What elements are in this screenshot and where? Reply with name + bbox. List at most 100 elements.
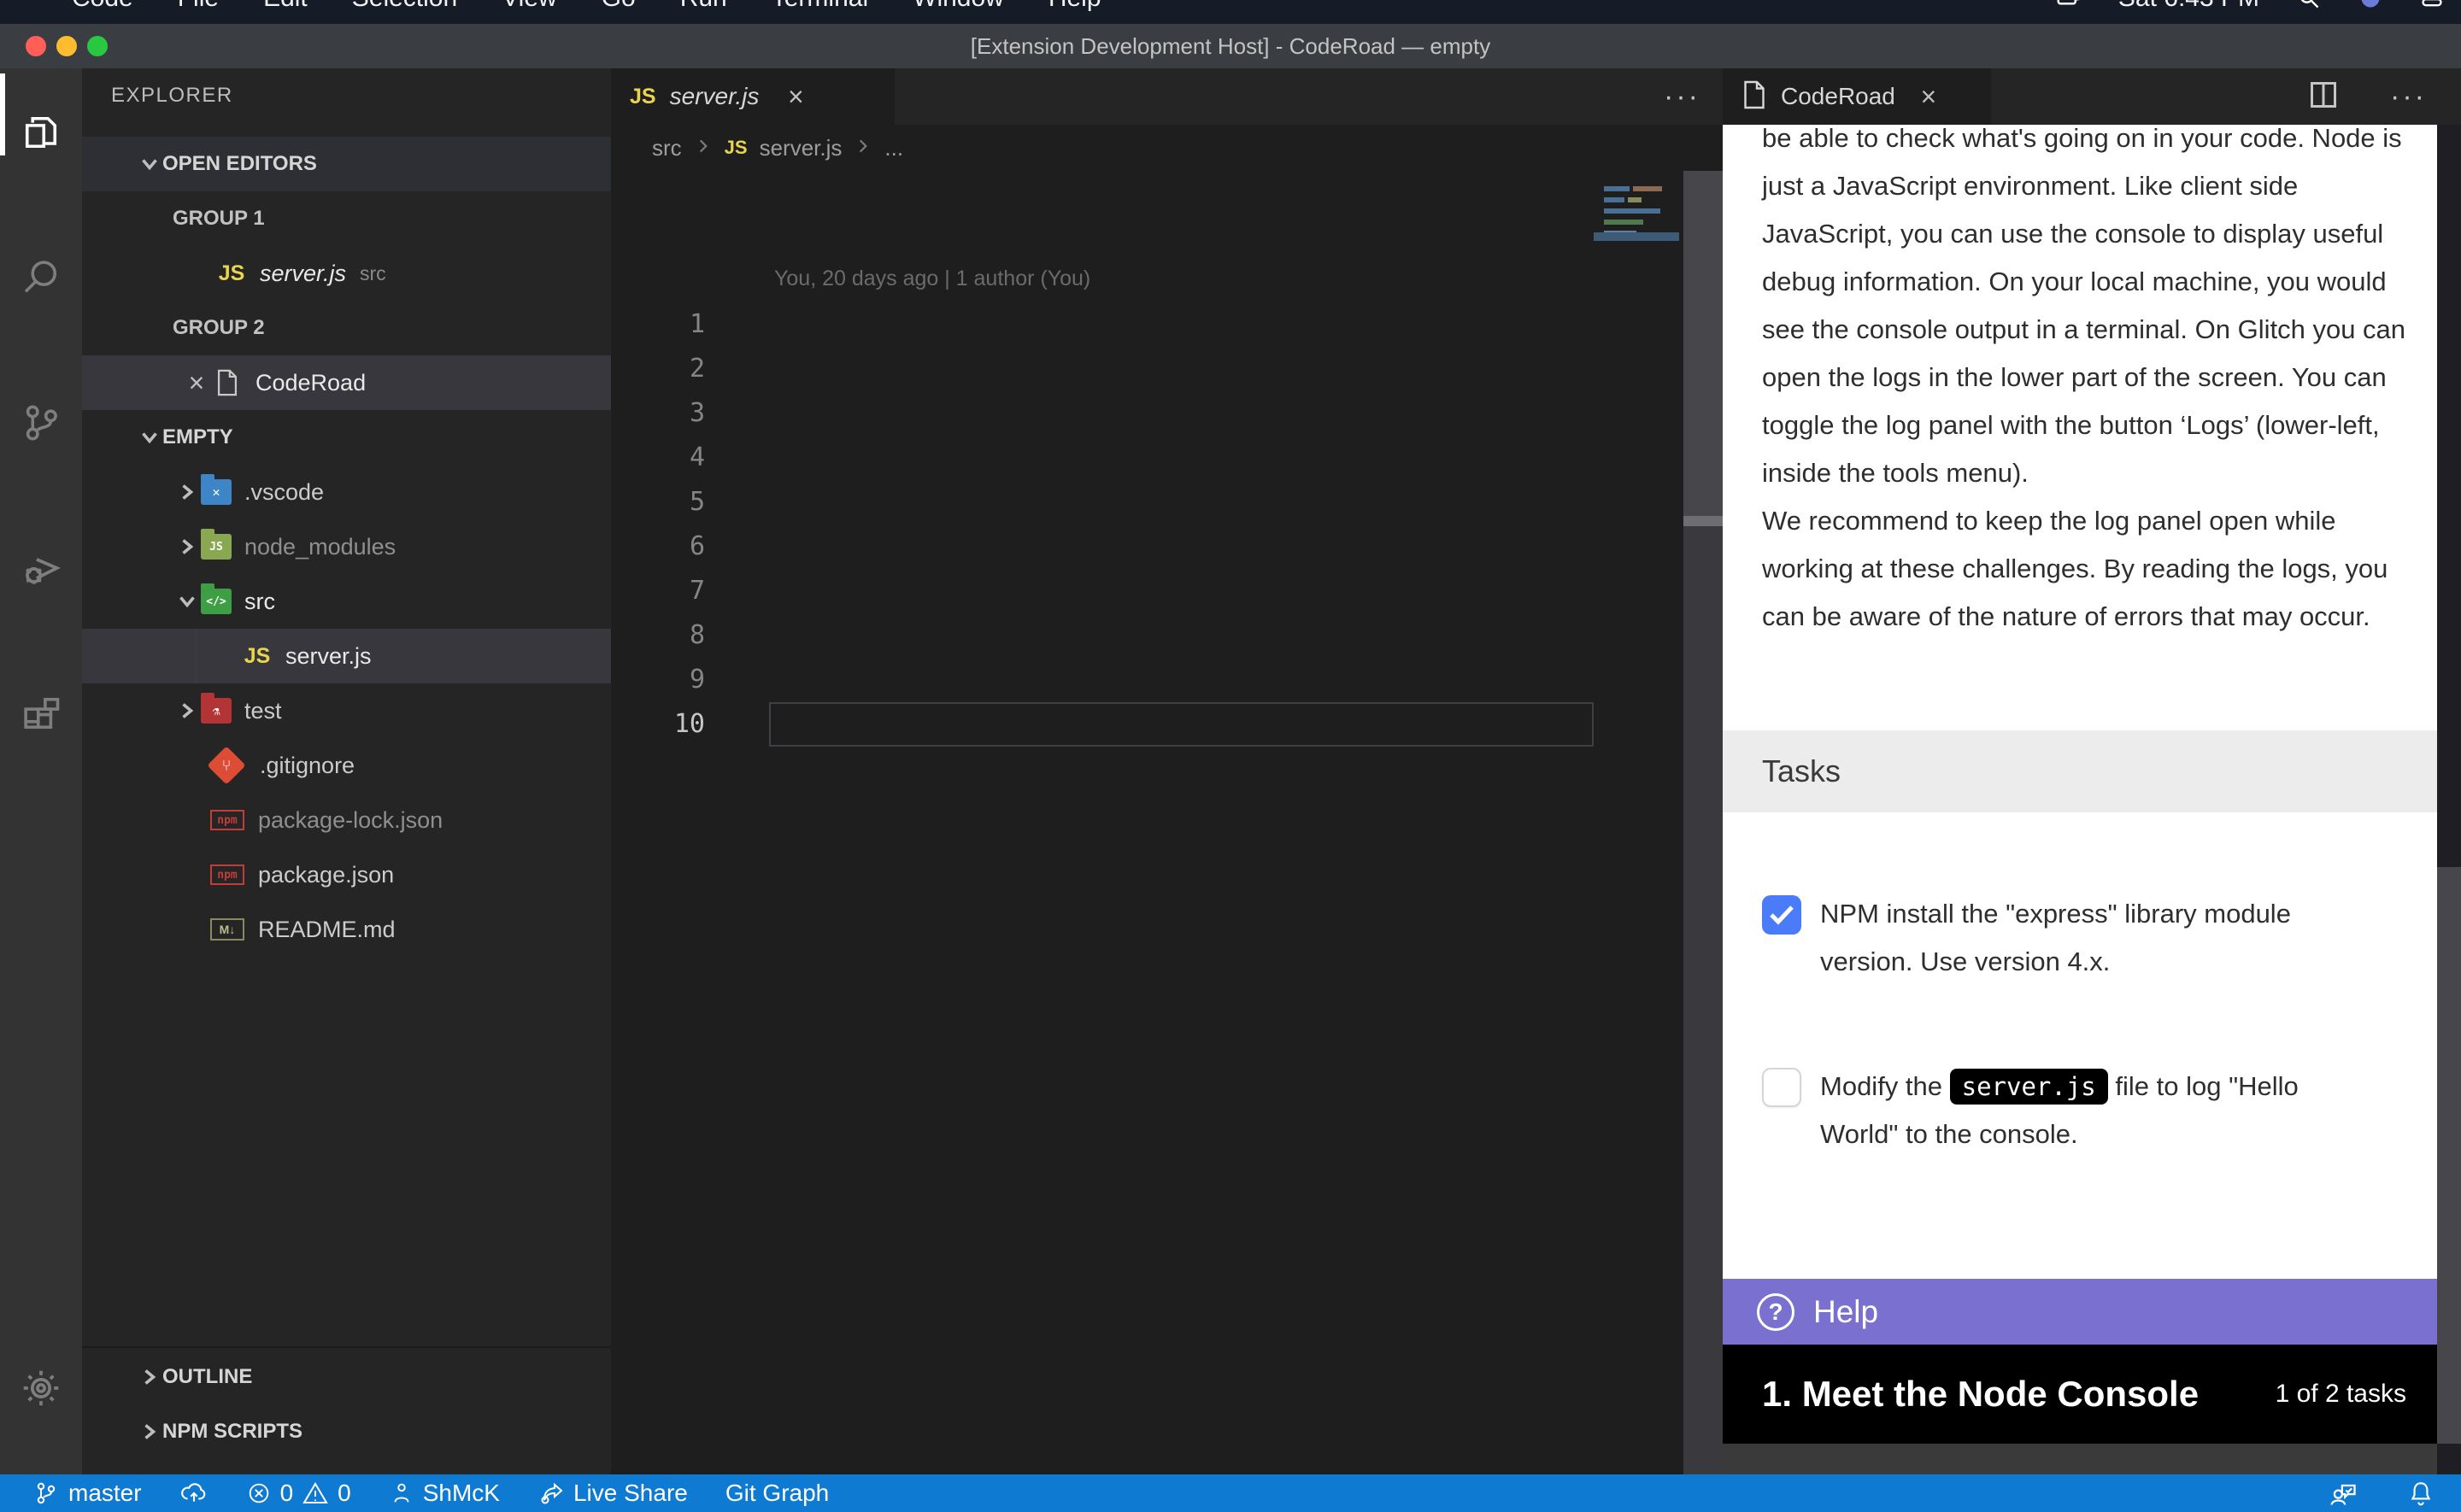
tab-coderoad[interactable]: CodeRoad × bbox=[1723, 68, 1991, 125]
menu-clock[interactable]: Sat 6:43 PM bbox=[2118, 0, 2259, 13]
task-row: NPM install the "express" library module… bbox=[1762, 890, 2394, 986]
js-file-icon: JS bbox=[244, 644, 271, 669]
tab-bar: JS server.js × ··· bbox=[611, 68, 1723, 125]
menu-item-view[interactable]: View bbox=[502, 0, 556, 13]
close-icon[interactable]: × bbox=[182, 367, 211, 399]
editor-scrollbar[interactable] bbox=[1683, 171, 1723, 1474]
git-graph-button[interactable]: Git Graph bbox=[725, 1480, 829, 1507]
siri-icon[interactable] bbox=[2358, 0, 2382, 10]
js-file-icon: JS bbox=[219, 261, 245, 286]
breadcrumb-src[interactable]: src bbox=[652, 135, 682, 161]
chevron-right-icon bbox=[137, 1364, 162, 1390]
tab-bar: CodeRoad × ··· bbox=[1723, 68, 2461, 125]
split-editor-icon[interactable] bbox=[2308, 79, 2339, 114]
warning-count: 0 bbox=[338, 1480, 351, 1507]
tab-label: server.js bbox=[670, 83, 760, 110]
problems-status[interactable]: 0 0 bbox=[246, 1480, 351, 1507]
open-editor-server-js[interactable]: JS server.js src bbox=[82, 246, 611, 301]
bell-icon[interactable] bbox=[2406, 1479, 2435, 1508]
menu-item-terminal[interactable]: Terminal bbox=[772, 0, 868, 13]
more-actions-icon[interactable]: ··· bbox=[2390, 80, 2427, 114]
chevron-right-icon bbox=[694, 135, 713, 161]
menu-item-go[interactable]: Go bbox=[602, 0, 636, 13]
line-number: 4 bbox=[611, 436, 705, 480]
tree-item-package-lock[interactable]: npm package-lock.json bbox=[82, 793, 611, 847]
markdown-icon: M↓ bbox=[210, 918, 244, 941]
breadcrumb-symbol[interactable]: ... bbox=[884, 135, 903, 161]
control-center-icon[interactable] bbox=[2420, 0, 2444, 10]
publish-changes-button[interactable] bbox=[179, 1479, 209, 1508]
explorer-icon[interactable] bbox=[0, 85, 82, 179]
test-folder-icon: ⚗ bbox=[201, 698, 232, 724]
open-editor-coderoad[interactable]: × CodeRoad bbox=[82, 355, 611, 410]
gear-icon[interactable] bbox=[0, 1341, 82, 1435]
tree-item-label: README.md bbox=[258, 917, 396, 943]
breadcrumb-server-js[interactable]: server.js bbox=[760, 135, 843, 161]
menu-item-selection[interactable]: Selection bbox=[352, 0, 457, 13]
close-icon[interactable]: × bbox=[781, 81, 810, 113]
chevron-right-icon bbox=[174, 479, 200, 505]
open-editor-label: CodeRoad bbox=[255, 370, 366, 396]
line-number: 3 bbox=[611, 391, 705, 436]
lesson-text: be able to check what's going on in your… bbox=[1762, 125, 2422, 641]
spotlight-icon[interactable] bbox=[2297, 0, 2321, 10]
group-1-label: GROUP 1 bbox=[82, 207, 265, 231]
chevron-down-icon bbox=[174, 589, 200, 614]
code-editor[interactable]: You, 20 days ago | 1 author (You) 123456… bbox=[611, 171, 1723, 1474]
indent-guide bbox=[195, 629, 197, 683]
vscode-folder-icon: ✕ bbox=[201, 479, 232, 505]
section-empty[interactable]: EMPTY bbox=[82, 410, 611, 465]
chevron-right-icon bbox=[174, 698, 200, 724]
tree-item-gitignore[interactable]: ⑂ .gitignore bbox=[82, 738, 611, 793]
source-control-icon[interactable] bbox=[0, 376, 82, 470]
editor-group-1: JS server.js × ··· src JS server.js ... … bbox=[611, 68, 1723, 1474]
task-checkbox-unchecked[interactable] bbox=[1762, 1068, 1801, 1107]
section-npm-scripts[interactable]: NPM SCRIPTS bbox=[82, 1404, 611, 1459]
line-number: 1 bbox=[611, 302, 705, 347]
tree-item-test[interactable]: ⚗ test bbox=[82, 683, 611, 738]
line-number: 9 bbox=[611, 658, 705, 702]
menu-item-code[interactable]: Code bbox=[72, 0, 133, 13]
status-tray-icon[interactable] bbox=[2055, 0, 2081, 11]
gitlens-blame-annotation[interactable]: You, 20 days ago | 1 author (You) bbox=[774, 267, 1090, 291]
tree-item-label: test bbox=[244, 698, 282, 724]
more-actions-icon[interactable]: ··· bbox=[1664, 80, 1700, 114]
lesson-footer[interactable]: 1. Meet the Node Console 1 of 2 tasks bbox=[1723, 1345, 2437, 1444]
section-open-editors[interactable]: OPEN EDITORS bbox=[82, 137, 611, 191]
git-branch-status[interactable]: master bbox=[32, 1480, 142, 1507]
menu-item-help[interactable]: Help bbox=[1048, 0, 1101, 13]
section-outline[interactable]: OUTLINE bbox=[82, 1350, 611, 1404]
window-title: [Extension Development Host] - CodeRoad … bbox=[0, 24, 2461, 68]
tree-item-src[interactable]: </> src bbox=[82, 574, 611, 629]
tree-item-label: server.js bbox=[285, 643, 372, 670]
search-icon[interactable] bbox=[0, 231, 82, 325]
tree-item-package-json[interactable]: npm package.json bbox=[82, 847, 611, 902]
close-icon[interactable]: × bbox=[1914, 81, 1943, 113]
branch-name: master bbox=[68, 1480, 142, 1507]
help-section[interactable]: ? Help bbox=[1723, 1279, 2437, 1345]
git-graph-label: Git Graph bbox=[725, 1480, 829, 1507]
menu-item-window[interactable]: Window bbox=[913, 0, 1004, 13]
live-share-button[interactable]: Live Share bbox=[537, 1480, 688, 1507]
tab-server-js[interactable]: JS server.js × bbox=[611, 68, 895, 125]
task-checkbox-checked[interactable] bbox=[1762, 895, 1801, 935]
run-debug-icon[interactable] bbox=[0, 521, 82, 615]
macos-menu-bar: Code File Edit Selection View Go Run Ter… bbox=[0, 0, 2461, 24]
menu-item-edit[interactable]: Edit bbox=[263, 0, 308, 13]
tree-item-readme[interactable]: M↓ README.md bbox=[82, 902, 611, 957]
webview-scrollbar[interactable] bbox=[2437, 125, 2461, 1474]
tree-item-vscode[interactable]: ✕ .vscode bbox=[82, 465, 611, 519]
warning-icon bbox=[302, 1480, 329, 1507]
group-2-label: GROUP 2 bbox=[82, 316, 265, 340]
menu-item-run[interactable]: Run bbox=[680, 0, 727, 13]
tree-item-node-modules[interactable]: JS node_modules bbox=[82, 519, 611, 574]
minimap[interactable] bbox=[1594, 171, 1679, 1474]
section-empty-label: EMPTY bbox=[162, 425, 233, 449]
feedback-icon[interactable] bbox=[2328, 1478, 2358, 1509]
minimap-selection bbox=[1594, 232, 1679, 241]
menu-item-file[interactable]: File bbox=[178, 0, 219, 13]
tree-item-server-js[interactable]: JS server.js bbox=[82, 629, 611, 683]
live-share-account[interactable]: ShMcK bbox=[389, 1480, 500, 1507]
js-file-icon: JS bbox=[725, 137, 748, 159]
extensions-icon[interactable] bbox=[0, 666, 82, 760]
